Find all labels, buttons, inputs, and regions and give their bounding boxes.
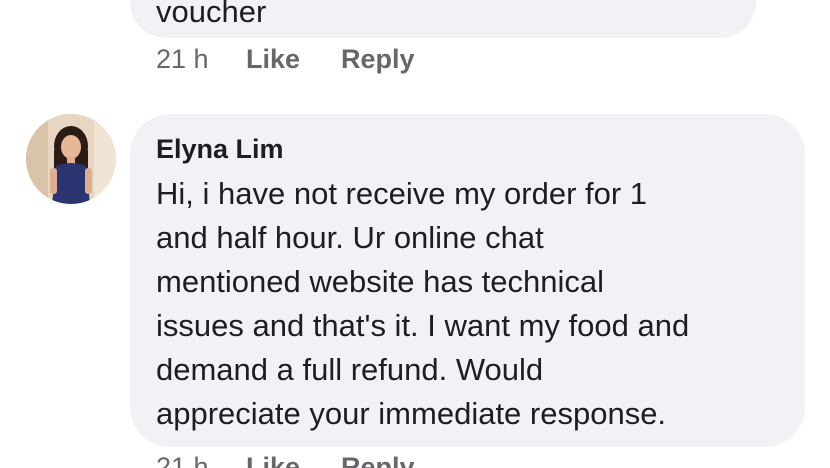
reply-button[interactable]: Reply bbox=[341, 44, 415, 75]
comment-timestamp[interactable]: 21 h bbox=[156, 44, 209, 75]
comment-line: issues and that's it. I want my food and bbox=[156, 308, 690, 343]
like-button[interactable]: Like bbox=[246, 452, 300, 468]
comment-line: Hi, i have not receive my order for 1 bbox=[156, 176, 648, 211]
reply-button[interactable]: Reply bbox=[341, 452, 415, 468]
comment-line: appreciate your immediate response. bbox=[156, 396, 667, 431]
previous-comment-text: voucher bbox=[156, 0, 267, 29]
comment-line: demand a full refund. Would bbox=[156, 352, 544, 387]
comment-line: mentioned website has technical bbox=[156, 264, 605, 299]
comment-bubble: Elyna Lim Hi, i have not receive my orde… bbox=[130, 114, 805, 447]
comment-author[interactable]: Elyna Lim bbox=[156, 134, 284, 165]
like-button[interactable]: Like bbox=[246, 44, 300, 75]
avatar-photo bbox=[26, 114, 116, 204]
comment-body: Hi, i have not receive my order for 1 an… bbox=[156, 172, 689, 436]
comment-thread: voucher 21 h Like Reply Elyna Lim Hi, i … bbox=[0, 0, 830, 468]
comment-timestamp[interactable]: 21 h bbox=[156, 452, 209, 468]
avatar[interactable] bbox=[26, 114, 116, 204]
previous-comment-bubble: voucher bbox=[130, 0, 756, 38]
comment-line: and half hour. Ur online chat bbox=[156, 220, 544, 255]
